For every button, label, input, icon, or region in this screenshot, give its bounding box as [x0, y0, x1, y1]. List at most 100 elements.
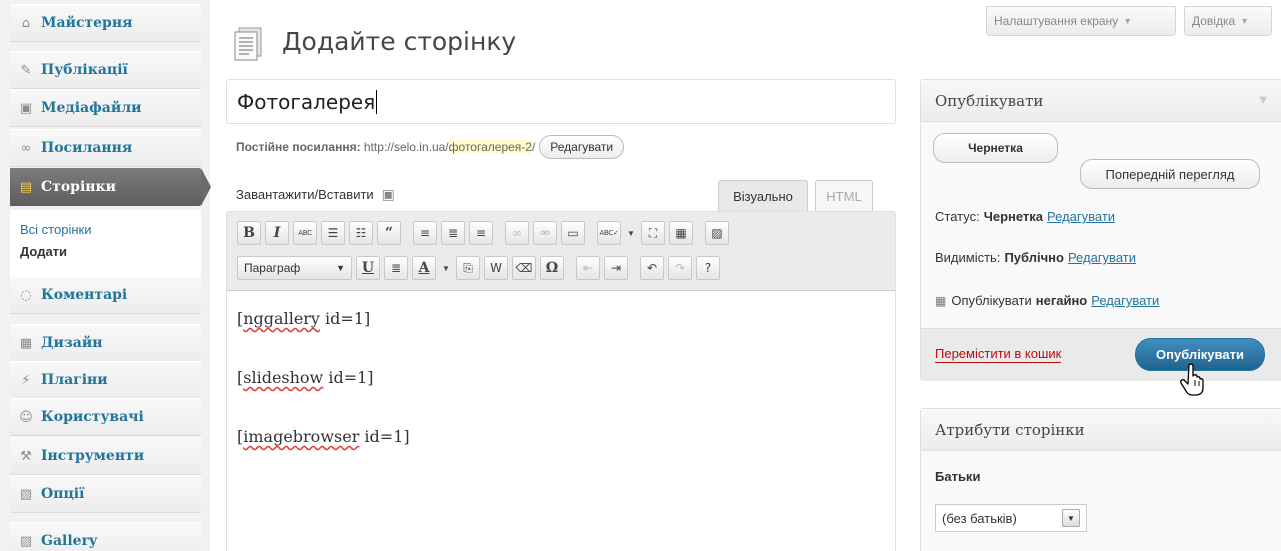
media-icon: ▣ — [19, 100, 33, 116]
text-color-button[interactable]: A — [412, 256, 436, 280]
save-draft-button[interactable]: Чернетка — [933, 133, 1058, 163]
format-select-value: Параграф — [244, 261, 301, 275]
permalink-label: Постійне посилання: — [236, 140, 361, 154]
plugin-icon: ⚡ — [21, 372, 31, 388]
indent-button[interactable]: ⇥ — [604, 256, 628, 280]
bold-button[interactable]: B — [237, 221, 261, 245]
align-left-button[interactable]: ≡ — [413, 221, 437, 245]
triangle-down-icon: ▼ — [1240, 16, 1250, 26]
blockquote-button[interactable]: “ — [377, 221, 401, 245]
parent-select-value: (без батьків) — [942, 510, 1017, 526]
publish-box-header[interactable]: Опублікувати ▼ — [921, 80, 1281, 122]
sidebar-item-pages[interactable]: ▤ Сторінки — [10, 168, 211, 206]
appearance-icon: ▦ — [19, 335, 33, 351]
pages-icon: ▤ — [19, 179, 33, 195]
shortcode-name: nggallery — [243, 309, 320, 328]
sidebar-item-dashboard[interactable]: ⌂ Майстерня — [10, 4, 201, 42]
edit-visibility-link[interactable]: Редагувати — [1068, 250, 1136, 265]
format-select[interactable]: Параграф ▼ — [237, 256, 352, 280]
content-editor[interactable]: B I ABC ☰ ☷ “ ≡ ≣ ≡ ∞ ⚮ ▭ ABC✓ ▼ ⛶ ▦ ▨ П… — [226, 211, 896, 551]
shortcode-rest: id=1] — [323, 368, 374, 387]
comment-icon: ◌ — [20, 287, 32, 303]
permalink-slug[interactable]: фотогалерея-2 — [448, 140, 532, 154]
wp-admin-screen: ⌂ Майстерня ✎ Публікації ▣ Медіафайли ∞ … — [0, 0, 1281, 551]
gallery-icon: ▨ — [19, 533, 33, 549]
redo-icon[interactable]: ↷ — [668, 256, 692, 280]
sidebar-item-appearance[interactable]: ▦ Дизайн — [10, 324, 201, 362]
media-icon[interactable]: ▣ — [382, 186, 395, 203]
help-icon[interactable]: ? — [696, 256, 720, 280]
strikethrough-button[interactable]: ABC — [293, 221, 317, 245]
publish-box: Опублікувати ▼ Чернетка Попередній перег… — [920, 79, 1281, 381]
spellcheck-dropdown-icon[interactable]: ▼ — [625, 221, 637, 245]
paste-word-button[interactable]: W — [484, 256, 508, 280]
sidebar-item-gallery[interactable]: ▨ Gallery — [10, 522, 201, 551]
move-to-trash-link[interactable]: Перемістити в кошик — [935, 346, 1062, 363]
fullscreen-button[interactable]: ⛶ — [641, 221, 665, 245]
visibility-label: Видимість: — [935, 250, 1001, 265]
spellcheck-button[interactable]: ABC✓ — [597, 221, 621, 245]
visibility-row: Видимість: Публічно Редагувати — [935, 250, 1136, 265]
editor-paragraph: [nggallery id=1] — [237, 309, 371, 328]
unlink-button[interactable]: ⚮ — [533, 221, 557, 245]
tab-visual[interactable]: Візуально — [718, 180, 808, 212]
link-icon: ∞ — [20, 140, 32, 156]
sidebar-item-media[interactable]: ▣ Медіафайли — [10, 89, 201, 127]
justify-button[interactable]: ≣ — [384, 256, 408, 280]
help-label: Довідка — [1192, 14, 1236, 28]
shortcode-rest: id=1] — [359, 427, 410, 446]
users-icon: ☺ — [19, 409, 33, 425]
triangle-down-icon[interactable]: ▼ — [1259, 95, 1267, 106]
editor-content[interactable]: [nggallery id=1] [slideshow id=1] [image… — [237, 309, 410, 486]
text-color-dropdown-icon[interactable]: ▼ — [440, 256, 452, 280]
paste-text-button[interactable]: ⎘ — [456, 256, 480, 280]
sidebar-item-label: Дизайн — [41, 335, 103, 351]
chevron-down-icon: ▼ — [336, 263, 345, 273]
tab-html[interactable]: HTML — [815, 180, 873, 212]
sidebar-item-label: Майстерня — [41, 15, 133, 31]
shortcode-name: imagebrowser — [243, 427, 360, 446]
insert-more-button[interactable]: ▭ — [561, 221, 585, 245]
edit-status-link[interactable]: Редагувати — [1047, 209, 1115, 224]
upload-insert-row[interactable]: Завантажити/Вставити ▣ — [236, 186, 395, 203]
align-right-button[interactable]: ≡ — [469, 221, 493, 245]
sidebar-item-comments[interactable]: ◌ Коментарі — [10, 276, 201, 314]
shortcode-rest: id=1] — [319, 309, 371, 328]
title-input-value: Фотогалерея — [237, 89, 376, 114]
sidebar-item-label: Медіафайли — [41, 100, 142, 116]
title-input[interactable]: Фотогалерея — [226, 79, 896, 124]
editor-paragraph: [slideshow id=1] — [237, 368, 374, 387]
outdent-button[interactable]: ⇤ — [576, 256, 600, 280]
sidebar-item-posts[interactable]: ✎ Публікації — [10, 51, 201, 89]
sidebar-item-users[interactable]: ☺ Користувачі — [10, 398, 201, 436]
sidebar-item-plugins[interactable]: ⚡ Плагіни — [10, 361, 201, 399]
bullet-list-button[interactable]: ☰ — [321, 221, 345, 245]
page-attributes-header[interactable]: Атрибути сторінки — [921, 409, 1281, 451]
align-center-button[interactable]: ≣ — [441, 221, 465, 245]
publish-actions: Перемістити в кошик Опублікувати — [921, 328, 1281, 381]
settings-icon: ▧ — [19, 486, 33, 502]
edit-permalink-button[interactable]: Редагувати — [539, 135, 625, 159]
editor-paragraph: [imagebrowser id=1] — [237, 427, 410, 446]
sidebar-item-links[interactable]: ∞ Посилання — [10, 129, 201, 167]
preview-button[interactable]: Попередній перегляд — [1080, 159, 1260, 189]
omega-icon[interactable]: Ω — [540, 256, 564, 280]
eraser-icon[interactable]: ⌫ — [512, 256, 536, 280]
kitchen-sink-button[interactable]: ▦ — [669, 221, 693, 245]
sidebar-item-settings[interactable]: ▧ Опції — [10, 475, 201, 513]
admin-sidebar: ⌂ Майстерня ✎ Публікації ▣ Медіафайли ∞ … — [0, 0, 211, 551]
insert-link-button[interactable]: ∞ — [505, 221, 529, 245]
insert-gallery-button[interactable]: ▨ — [705, 221, 729, 245]
edit-schedule-link[interactable]: Редагувати — [1091, 293, 1159, 308]
numbered-list-button[interactable]: ☷ — [349, 221, 373, 245]
underline-button[interactable]: U — [356, 256, 380, 280]
italic-button[interactable]: I — [265, 221, 289, 245]
submenu-all-pages[interactable]: Всі сторінки — [20, 219, 201, 241]
screen-options-button[interactable]: Налаштування екрану ▼ — [986, 6, 1176, 36]
sidebar-item-tools[interactable]: ⚒ Інструменти — [10, 437, 201, 475]
parent-select[interactable]: (без батьків) ▼ — [935, 504, 1087, 532]
help-button[interactable]: Довідка ▼ — [1184, 6, 1272, 36]
permalink-row: Постійне посилання: http://selo.in.ua/фо… — [236, 134, 625, 160]
undo-icon[interactable]: ↶ — [640, 256, 664, 280]
submenu-add-new[interactable]: Додати — [20, 241, 201, 263]
